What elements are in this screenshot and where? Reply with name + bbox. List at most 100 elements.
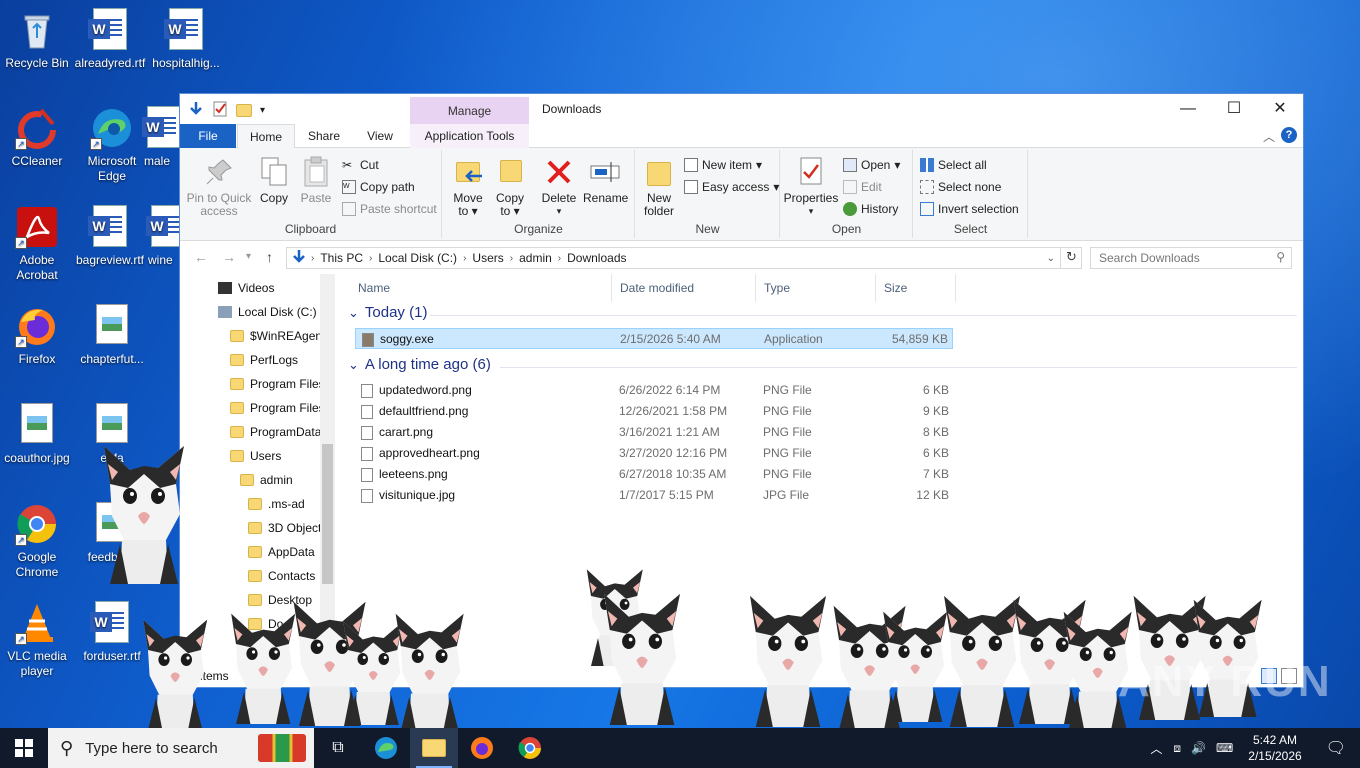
paste-button[interactable]: Paste	[296, 156, 336, 205]
delete-button[interactable]: Delete ▾	[539, 156, 579, 218]
new-item-button[interactable]: New item ▾	[684, 158, 762, 172]
properties-button[interactable]: Properties ▾	[783, 156, 839, 218]
taskbar-search-box[interactable]: ⚲ Type here to search	[48, 728, 314, 768]
desktop-icon-vlc[interactable]: ↗ VLC media player	[0, 601, 77, 679]
column-type[interactable]: Type	[756, 274, 876, 302]
file-row[interactable]: carart.png 3/16/2021 1:21 AM PNG File 8 KB	[355, 422, 953, 443]
close-icon[interactable]: ✕	[1257, 94, 1303, 124]
tab-view[interactable]: View	[352, 124, 408, 148]
manage-tab[interactable]: Manage	[410, 97, 529, 125]
chrome-taskbar-icon[interactable]	[506, 728, 554, 768]
tab-home[interactable]: Home	[237, 124, 295, 149]
customize-qat-icon[interactable]: ▾	[260, 105, 265, 116]
breadcrumb-this-pc[interactable]: This PC	[314, 251, 369, 265]
show-hidden-icons-icon[interactable]: ︿	[1144, 740, 1168, 757]
nav-scrollbar-thumb[interactable]	[322, 444, 333, 584]
rename-button[interactable]: Rename	[583, 156, 628, 205]
desktop-icon-hospitalhig[interactable]: hospitalhig...	[146, 8, 226, 71]
nav-item[interactable]: PerfLogs	[230, 349, 298, 371]
maximize-icon[interactable]: ☐	[1211, 94, 1257, 124]
column-date-modified[interactable]: Date modified	[612, 274, 756, 302]
group-header[interactable]: ⌄ A long time ago (6)	[348, 356, 491, 373]
paste-shortcut-button[interactable]: Paste shortcut	[342, 202, 437, 216]
start-button[interactable]	[0, 728, 48, 768]
column-name[interactable]: Name	[350, 274, 612, 302]
task-view-icon[interactable]: ⧉	[314, 728, 362, 768]
edit-button[interactable]: Edit	[843, 180, 882, 194]
help-icon[interactable]: ?	[1281, 127, 1297, 143]
select-none-button[interactable]: Select none	[920, 180, 1001, 194]
clock[interactable]: 5:42 AM 2/15/2026	[1238, 732, 1311, 764]
easy-access-button[interactable]: Easy access ▾	[684, 180, 779, 194]
properties-icon[interactable]	[212, 101, 228, 120]
desktop-icon-chrome[interactable]: ↗ Google Chrome	[0, 502, 77, 580]
nav-item[interactable]: Program Files	[230, 397, 325, 419]
pin-quick-access-button[interactable]: Pin to Quick access	[186, 156, 252, 218]
desktop-icon-wine[interactable]: wine	[146, 205, 180, 268]
copy-path-button[interactable]: W Copy path	[342, 180, 415, 194]
nav-item[interactable]: 3D Objects	[248, 517, 327, 539]
back-arrow-icon[interactable]: ←	[194, 249, 208, 265]
file-explorer-taskbar-icon[interactable]	[410, 728, 458, 768]
recent-locations-icon[interactable]: ▾	[246, 251, 251, 262]
desktop-icon-bagreview[interactable]: bagreview.rtf	[70, 205, 150, 268]
desktop-icon-alreadyred[interactable]: alreadyred.rtf	[70, 8, 150, 71]
nav-item[interactable]: Users	[230, 445, 281, 467]
desktop-icon-edge[interactable]: ↗ Microsoft Edge	[72, 106, 152, 184]
nav-item[interactable]: admin	[240, 469, 293, 491]
volume-icon[interactable]: 🔊	[1186, 741, 1211, 755]
address-bar[interactable]: › This PC › Local Disk (C:) › Users › admin …	[286, 247, 1082, 269]
firefox-taskbar-icon[interactable]	[458, 728, 506, 768]
move-to-button[interactable]: Move to ▾	[449, 156, 487, 218]
desktop-icon-coauthor[interactable]: coauthor.jpg	[0, 403, 77, 466]
desktop-icon-firefox[interactable]: ↗ Firefox	[0, 304, 77, 367]
file-row[interactable]: updatedword.png 6/26/2022 6:14 PM PNG File…	[355, 380, 953, 401]
breadcrumb-users[interactable]: Users	[466, 251, 509, 265]
tab-share[interactable]: Share	[296, 124, 352, 148]
ime-icon[interactable]: ⌨	[1211, 741, 1238, 755]
select-all-button[interactable]: Select all	[920, 158, 987, 172]
new-folder-icon[interactable]	[236, 104, 252, 117]
invert-selection-button[interactable]: Invert selection	[920, 202, 1019, 216]
breadcrumb-local-disk[interactable]: Local Disk (C:)	[372, 251, 463, 265]
nav-item[interactable]: AppData	[248, 541, 315, 563]
file-row[interactable]: defaultfriend.png 12/26/2021 1:58 PM PNG F…	[355, 401, 953, 422]
nav-item[interactable]: ProgramData	[230, 421, 321, 443]
cut-button[interactable]: ✂ Cut	[342, 158, 379, 172]
new-folder-button[interactable]: New folder	[640, 156, 678, 218]
desktop-icon-acrobat[interactable]: ↗ Adobe Acrobat	[0, 205, 77, 283]
desktop-icon-recycle-bin[interactable]: Recycle Bin	[0, 8, 77, 71]
desktop-icon-chapterfut[interactable]: chapterfut...	[72, 304, 152, 367]
breadcrumb-admin[interactable]: admin	[513, 251, 558, 265]
down-arrow-icon[interactable]	[188, 101, 204, 120]
tab-file[interactable]: File	[180, 124, 236, 148]
nav-item[interactable]: .ms-ad	[248, 493, 305, 515]
refresh-icon[interactable]: ↻	[1060, 247, 1082, 269]
forward-arrow-icon[interactable]: →	[222, 249, 236, 265]
breadcrumb-downloads[interactable]: Downloads	[561, 251, 632, 265]
copy-to-button[interactable]: Copy to ▾	[491, 156, 529, 218]
file-row[interactable]: leeteens.png 6/27/2018 10:35 AM PNG File 7 …	[355, 464, 953, 485]
up-arrow-icon[interactable]: ↑	[266, 249, 273, 265]
search-input[interactable]: Search Downloads ⚲	[1090, 247, 1292, 269]
column-size[interactable]: Size	[876, 274, 956, 302]
desktop-icon-ccleaner[interactable]: ↗ CCleaner	[0, 106, 77, 169]
open-button[interactable]: Open ▾	[843, 158, 900, 172]
tab-application-tools[interactable]: Application Tools	[410, 124, 529, 148]
nav-item[interactable]: $WinREAgent	[230, 325, 325, 347]
desktop-icon-male[interactable]: male	[142, 106, 182, 169]
nav-item[interactable]: Contacts	[248, 565, 315, 587]
history-button[interactable]: History	[843, 202, 898, 216]
nav-item[interactable]: Local Disk (C:)	[218, 301, 317, 323]
copy-button[interactable]: Copy	[256, 156, 292, 205]
edge-taskbar-icon[interactable]	[362, 728, 410, 768]
title-bar[interactable]: ▾ Manage Downloads — ☐ ✕	[180, 94, 1303, 125]
file-row[interactable]: approvedheart.png 3/27/2020 12:16 PM PNG F…	[355, 443, 953, 464]
nav-item[interactable]: Videos	[218, 277, 274, 299]
group-header[interactable]: ⌄ Today (1)	[348, 304, 427, 321]
nav-item[interactable]: Program Files	[230, 373, 325, 395]
file-row[interactable]: visitunique.jpg 1/7/2017 5:15 PM JPG File 1…	[355, 485, 953, 506]
notifications-icon[interactable]: 🗨	[1312, 738, 1360, 758]
file-row[interactable]: soggy.exe 2/15/2026 5:40 AM Application 54,…	[355, 328, 953, 349]
collapse-ribbon-icon[interactable]: ︿	[1263, 128, 1275, 145]
